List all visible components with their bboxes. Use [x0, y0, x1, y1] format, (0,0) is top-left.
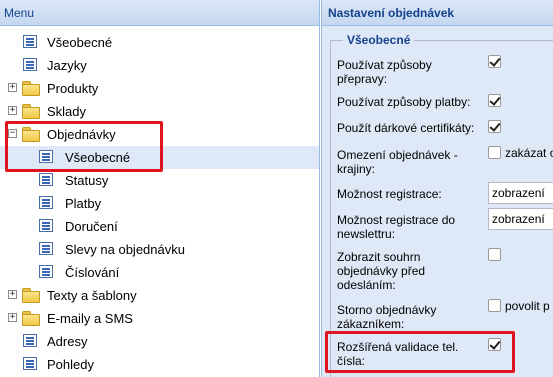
- menu-panel-header: Menu: [0, 0, 319, 26]
- page-icon: [39, 196, 53, 209]
- expand-icon[interactable]: +: [8, 313, 17, 322]
- tree-item-texty[interactable]: + Texty a šablony: [0, 284, 319, 307]
- order-restriction-checkbox[interactable]: [488, 146, 501, 159]
- page-icon: [23, 357, 37, 370]
- settings-panel-title: Nastavení objednávek: [328, 6, 455, 20]
- field-label: Používat způsoby platby:: [337, 95, 471, 109]
- collapse-icon[interactable]: −: [8, 129, 17, 138]
- tree-item-label: E-maily a SMS: [47, 311, 133, 326]
- tree-item-label: Jazyky: [47, 58, 87, 73]
- tree-item-label: Texty a šablony: [47, 288, 137, 303]
- tree-item-vseobecne[interactable]: Všeobecné: [0, 31, 319, 54]
- tree-item-adresy[interactable]: Adresy: [0, 330, 319, 353]
- fieldset-legend: Všeobecné: [343, 32, 415, 48]
- field-label: Používat způsoby přepravy:: [337, 58, 432, 86]
- page-icon: [39, 150, 53, 163]
- tree-item-emaily[interactable]: + E-maily a SMS: [0, 307, 319, 330]
- menu-panel-title: Menu: [4, 6, 35, 20]
- tree-item-objednavky[interactable]: − Objednávky: [0, 123, 319, 146]
- settings-panel-header: Nastavení objednávek: [322, 0, 553, 26]
- page-icon: [23, 35, 37, 48]
- page-icon: [23, 58, 37, 71]
- tree-item-label: Produkty: [47, 81, 99, 96]
- tree-item-cislovani[interactable]: Číslování: [0, 261, 319, 284]
- field-label: Možnost registrace do newslettru:: [337, 213, 456, 241]
- tree-item-label: Objednávky: [47, 127, 116, 142]
- tree-item-statusy[interactable]: Statusy: [0, 169, 319, 192]
- customer-cancellation-box-label: povolit p: [505, 299, 550, 313]
- tree-item-label: Všeobecné: [65, 150, 131, 165]
- tree-item-pohledy[interactable]: Pohledy: [0, 353, 319, 376]
- tree-item-objednavky-vseobecne[interactable]: Všeobecné: [0, 146, 319, 169]
- tree-item-sklady[interactable]: + Sklady: [0, 100, 319, 123]
- tree-item-label: Sklady: [47, 104, 87, 119]
- tree-item-label: Všeobecné: [47, 35, 113, 50]
- menu-tree-panel: Menu Všeobecné Jazyky + Produkty + Sklad…: [0, 0, 320, 377]
- registration-select[interactable]: zobrazení: [488, 182, 553, 204]
- tree-item-label: Platby: [65, 196, 102, 211]
- customer-cancellation-checkbox[interactable]: [488, 299, 501, 312]
- order-restriction-box-label: zakázat o: [505, 146, 553, 160]
- page-icon: [39, 242, 53, 255]
- page-icon: [39, 219, 53, 232]
- tree-item-platby[interactable]: Platby: [0, 192, 319, 215]
- expand-icon[interactable]: +: [8, 83, 17, 92]
- shipping-methods-checkbox[interactable]: [488, 55, 501, 68]
- tree-item-jazyky[interactable]: Jazyky: [0, 54, 319, 77]
- tree-item-label: Adresy: [47, 334, 88, 349]
- order-summary-checkbox[interactable]: [488, 248, 501, 261]
- newsletter-registration-select[interactable]: zobrazení: [488, 208, 553, 230]
- tree-item-label: Doručení: [65, 219, 118, 234]
- folder-icon: [22, 104, 40, 119]
- tree-item-produkty[interactable]: + Produkty: [0, 77, 319, 100]
- tree-item-label: Statusy: [65, 173, 109, 188]
- tree-item-slevy[interactable]: Slevy na objednávku: [0, 238, 319, 261]
- page-icon: [39, 265, 53, 278]
- tree-item-label: Číslování: [65, 265, 120, 280]
- tree-item-doruceni[interactable]: Doručení: [0, 215, 319, 238]
- gift-certificates-checkbox[interactable]: [488, 120, 501, 133]
- tree-item-label: Pohledy: [47, 357, 94, 372]
- field-label: Rozšířená validace tel. čísla:: [337, 340, 459, 368]
- page-icon: [39, 173, 53, 186]
- folder-icon: [22, 288, 40, 303]
- field-label: Omezení objednávek - krajiny:: [337, 148, 458, 176]
- payment-methods-checkbox[interactable]: [488, 94, 501, 107]
- expand-icon[interactable]: +: [8, 290, 17, 299]
- phone-validation-checkbox[interactable]: [488, 338, 501, 351]
- field-label: Zobrazit souhrn objednávky před odeslání…: [337, 250, 426, 292]
- folder-icon: [22, 311, 40, 326]
- page-icon: [23, 334, 37, 347]
- expand-icon[interactable]: +: [8, 106, 17, 115]
- folder-icon: [22, 81, 40, 96]
- tree-item-label: Slevy na objednávku: [65, 242, 185, 257]
- field-label: Storno objednávky zákazníkem:: [337, 303, 437, 331]
- folder-open-icon: [22, 127, 40, 142]
- field-label: Použít dárkové certifikáty:: [337, 121, 475, 135]
- field-label: Možnost registrace:: [337, 187, 442, 201]
